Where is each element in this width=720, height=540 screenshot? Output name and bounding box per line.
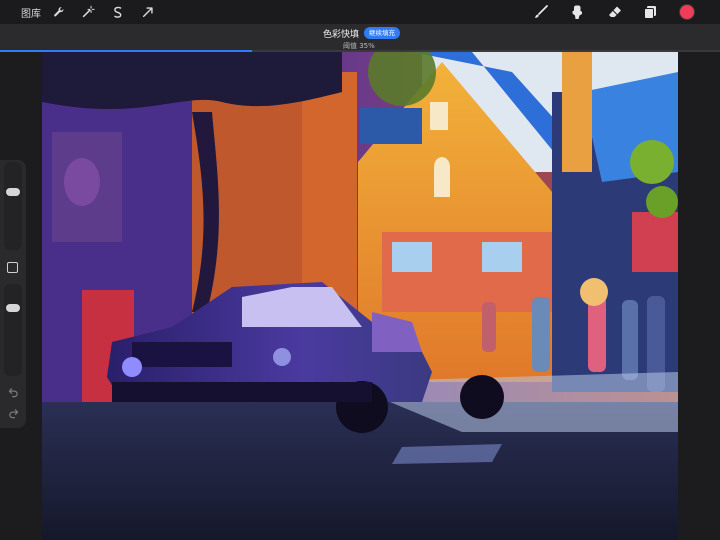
gallery-button[interactable]: 图库 (21, 5, 41, 20)
color-fill-title: 色彩快填 (323, 30, 360, 40)
brush-size-handle[interactable] (6, 188, 20, 197)
brush-size-slider[interactable] (4, 162, 22, 250)
color-swatch-button[interactable] (679, 4, 695, 20)
color-fill-banner: 色彩快填 继续填充 阈值 35% (0, 24, 720, 52)
top-toolbar: 图库 (0, 0, 720, 24)
wrench-icon[interactable] (51, 4, 67, 20)
selection-icon[interactable] (110, 4, 126, 20)
drawing-canvas[interactable] (42, 52, 678, 540)
undo-button[interactable] (6, 385, 20, 399)
left-sidebar (0, 160, 26, 428)
continue-fill-button[interactable]: 继续填充 (364, 27, 400, 39)
magic-wand-icon[interactable] (80, 4, 96, 20)
modify-button[interactable] (7, 262, 18, 273)
opacity-slider[interactable] (4, 284, 22, 376)
layers-icon[interactable] (641, 3, 659, 21)
eraser-icon[interactable] (606, 3, 624, 21)
transform-arrow-icon[interactable] (140, 4, 156, 20)
brush-icon[interactable] (532, 3, 550, 21)
redo-button[interactable] (6, 406, 20, 420)
smudge-icon[interactable] (568, 3, 586, 21)
artwork-illustration (42, 52, 678, 540)
opacity-handle[interactable] (6, 303, 20, 312)
